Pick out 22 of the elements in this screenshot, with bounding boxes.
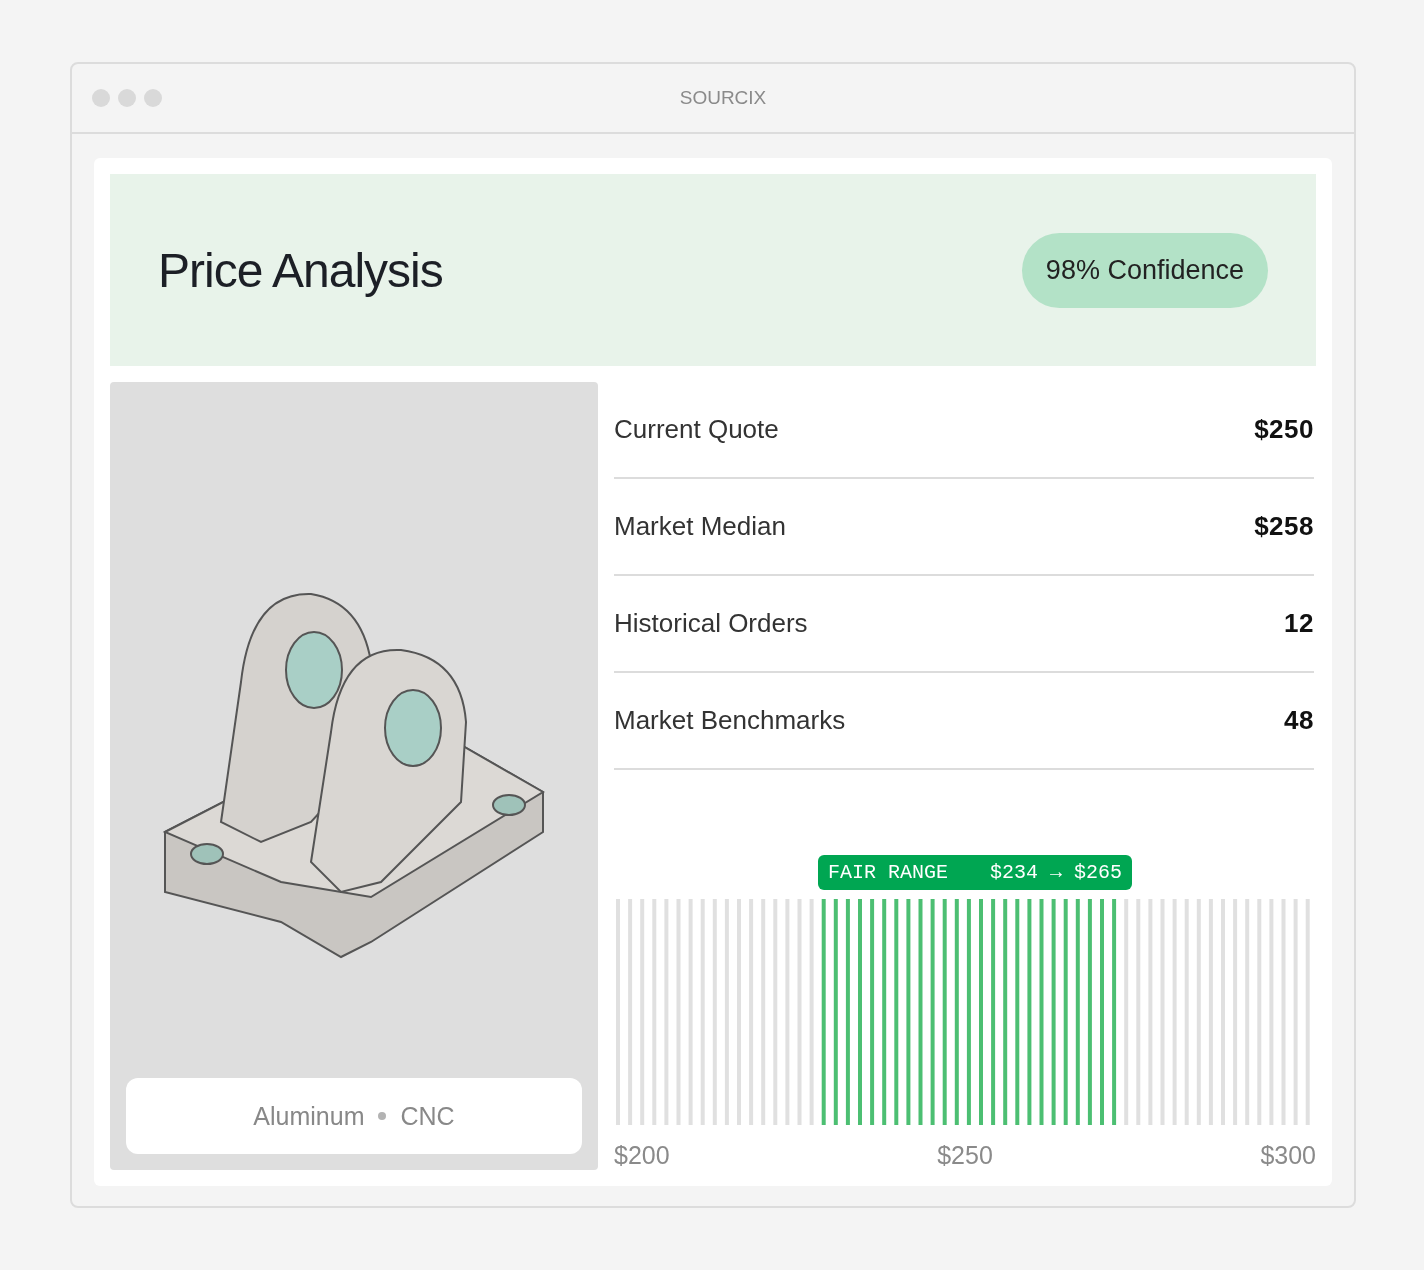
metric-value: 48	[1284, 705, 1314, 736]
axis-label: $300	[1260, 1141, 1316, 1170]
window-dot-icon[interactable]	[92, 89, 110, 107]
metric-value: 12	[1284, 608, 1314, 639]
confidence-badge: 98% Confidence	[1021, 232, 1268, 308]
window-dot-icon[interactable]	[118, 89, 136, 107]
fair-range-label: FAIR RANGE	[828, 861, 949, 884]
separator-dot-icon	[378, 1112, 387, 1120]
material-text: Aluminum	[253, 1101, 365, 1131]
metric-label: Market Median	[614, 511, 786, 542]
metric-label: Historical Orders	[614, 608, 808, 639]
axis-label: $200	[614, 1141, 670, 1170]
metric-label: Market Benchmarks	[614, 705, 846, 736]
axis-label: $250	[937, 1141, 993, 1170]
metric-value: $258	[1254, 511, 1314, 542]
process-text: CNC	[400, 1101, 455, 1131]
window-dot-icon[interactable]	[144, 89, 162, 107]
window-title: SOURCIX	[679, 87, 767, 109]
metric-label: Current Quote	[614, 414, 779, 445]
fair-range-values: $234 → $265	[990, 861, 1123, 884]
page-title: Price Analysis	[158, 242, 443, 298]
metric-value: $250	[1254, 414, 1314, 445]
